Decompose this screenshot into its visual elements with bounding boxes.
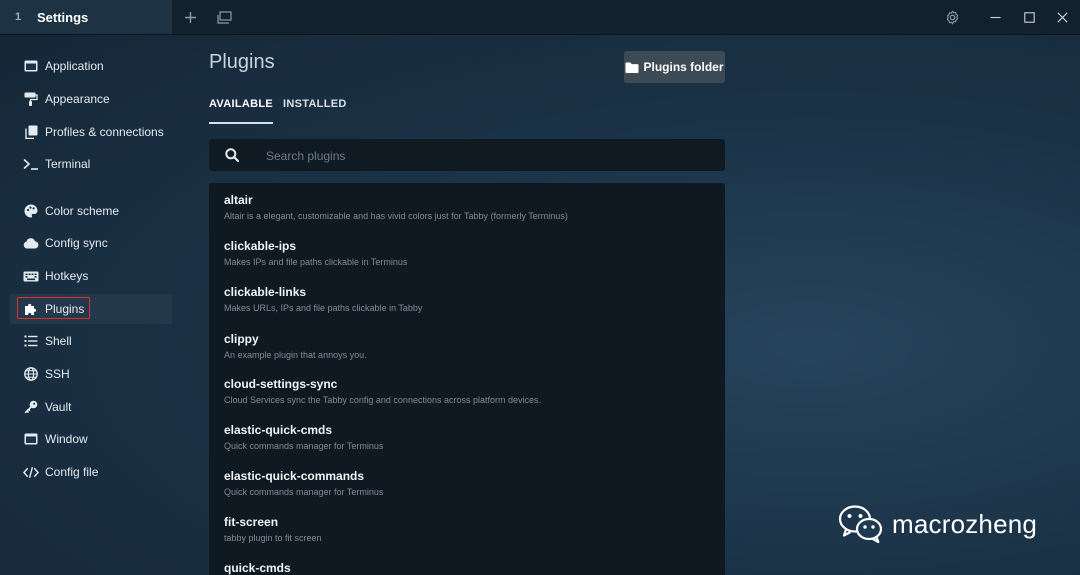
plus-icon: [184, 11, 196, 23]
plugin-description: Cloud Services sync the Tabby config and…: [224, 395, 541, 405]
highlight-box: [17, 297, 90, 319]
sidebar-item-label: Config file: [45, 465, 99, 479]
page-title: Plugins: [209, 51, 275, 73]
plugin-description: Quick commands manager for Terminus: [224, 487, 384, 497]
minimize-button[interactable]: [985, 0, 1005, 34]
sidebar-item-plugins[interactable]: Plugins: [10, 294, 172, 324]
window-stack-icon: [216, 10, 232, 24]
window-icon: [23, 58, 39, 74]
plugin-name: elastic-quick-commands: [224, 469, 365, 483]
new-tab-button[interactable]: [180, 0, 200, 34]
tab-installed[interactable]: INSTALLED: [283, 98, 347, 110]
sidebar-item-ssh[interactable]: SSH: [10, 359, 172, 389]
settings-sidebar: Application Appearance Profiles & connec…: [0, 34, 174, 575]
plugin-name: elastic-quick-cmds: [224, 423, 333, 437]
close-icon: [1056, 11, 1068, 23]
title-bar: 1 Settings: [0, 0, 1080, 35]
watermark: macrozheng: [838, 504, 1037, 544]
plugin-name: clickable-ips: [224, 239, 297, 253]
keyboard-icon: [23, 268, 39, 284]
copy-icon: [23, 124, 39, 140]
gear-icon: [946, 10, 958, 24]
sidebar-item-config-sync[interactable]: Config sync: [10, 228, 172, 258]
watermark-text: macrozheng: [892, 508, 1038, 539]
search-input[interactable]: [264, 139, 708, 173]
plugin-name: cloud-settings-sync: [224, 377, 338, 391]
sidebar-item-label: Appearance: [45, 92, 110, 106]
maximize-icon: [1023, 11, 1035, 23]
plugin-name: quick-cmds: [224, 561, 291, 575]
list-item[interactable]: clickable-ips Makes IPs and file paths c…: [224, 239, 704, 267]
minimize-icon: [990, 16, 1000, 18]
profiles-button[interactable]: [214, 0, 234, 34]
sidebar-item-label: Color scheme: [45, 204, 120, 218]
settings-button[interactable]: [942, 0, 962, 34]
list-item[interactable]: elastic-quick-commands Quick commands ma…: [224, 469, 704, 497]
paint-roller-icon: [23, 91, 39, 107]
sidebar-item-label: Terminal: [45, 157, 91, 171]
tab-number: 1: [15, 11, 22, 23]
sidebar-item-profiles[interactable]: Profiles & connections: [10, 117, 172, 147]
list-item[interactable]: altair Altair is a elegant, customizable…: [224, 193, 704, 221]
sidebar-item-terminal[interactable]: Terminal: [10, 149, 172, 179]
tab-settings[interactable]: 1 Settings: [0, 0, 172, 34]
sidebar-item-config-file[interactable]: Config file: [10, 457, 172, 487]
plugin-name: fit-screen: [224, 515, 279, 529]
code-icon: [23, 464, 39, 480]
plugin-list: altair Altair is a elegant, customizable…: [209, 183, 725, 575]
list-item[interactable]: clippy An example plugin that annoys you…: [224, 332, 704, 360]
folder-icon: [625, 62, 639, 73]
tab-available[interactable]: AVAILABLE: [209, 98, 274, 124]
terminal-icon: [23, 156, 39, 172]
plugin-description: Altair is a elegant, customizable and ha…: [224, 211, 568, 221]
list-icon: [23, 333, 39, 349]
plugin-name: clickable-links: [224, 285, 307, 299]
sidebar-item-shell[interactable]: Shell: [10, 326, 172, 356]
sidebar-item-color-scheme[interactable]: Color scheme: [10, 196, 172, 226]
tab-title: Settings: [37, 9, 89, 25]
plugin-description: Makes URLs, IPs and file paths clickable…: [224, 303, 423, 313]
search-icon: [225, 148, 239, 162]
plugins-folder-label: Plugins folder: [643, 60, 724, 74]
sidebar-item-label: Hotkeys: [45, 269, 89, 283]
search-bar: [209, 139, 725, 173]
list-item[interactable]: fit-screen tabby plugin to fit screen: [224, 515, 704, 543]
close-button[interactable]: [1052, 0, 1072, 34]
plugins-folder-button[interactable]: Plugins folder: [624, 51, 725, 83]
list-item[interactable]: cloud-settings-sync Cloud Services sync …: [224, 377, 704, 405]
list-item[interactable]: clickable-links Makes URLs, IPs and file…: [224, 285, 704, 313]
sidebar-item-label: Config sync: [45, 236, 108, 250]
sidebar-item-application[interactable]: Application: [10, 51, 172, 81]
sidebar-item-appearance[interactable]: Appearance: [10, 84, 172, 114]
sidebar-item-label: Application: [45, 59, 104, 73]
sidebar-item-label: Shell: [45, 334, 72, 348]
cloud-icon: [23, 235, 39, 251]
sidebar-item-hotkeys[interactable]: Hotkeys: [10, 261, 172, 291]
plugin-description: An example plugin that annoys you.: [224, 350, 367, 360]
list-item[interactable]: quick-cmds: [224, 561, 704, 575]
key-icon: [23, 399, 39, 415]
list-item[interactable]: elastic-quick-cmds Quick commands manage…: [224, 423, 704, 451]
sidebar-item-label: Vault: [45, 400, 72, 414]
plugin-name: altair: [224, 193, 253, 207]
plugin-description: Quick commands manager for Terminus: [224, 441, 384, 451]
plugin-name: clippy: [224, 332, 259, 346]
globe-icon: [23, 366, 39, 382]
sidebar-item-window[interactable]: Window: [10, 424, 172, 454]
plugin-description: Makes IPs and file paths clickable in Te…: [224, 257, 408, 267]
wechat-icon: [838, 505, 883, 544]
sidebar-item-vault[interactable]: Vault: [10, 392, 172, 422]
maximize-button[interactable]: [1019, 0, 1039, 34]
sidebar-item-label: Window: [45, 432, 88, 446]
palette-icon: [23, 203, 39, 219]
sidebar-item-label: Profiles & connections: [45, 125, 164, 139]
plugin-description: tabby plugin to fit screen: [224, 533, 322, 543]
sidebar-item-label: SSH: [45, 367, 70, 381]
window-icon: [23, 431, 39, 447]
